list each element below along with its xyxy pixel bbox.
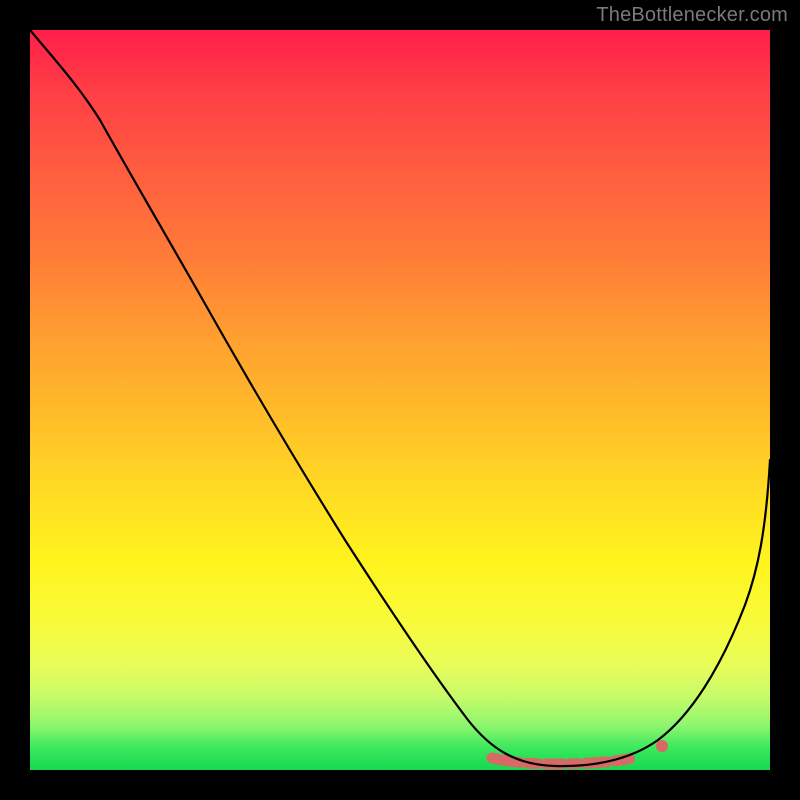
chart-frame: TheBottlenecker.com: [0, 0, 800, 800]
curve-svg: [30, 30, 770, 770]
bottleneck-curve: [30, 30, 770, 766]
valley-marker: [492, 750, 658, 764]
plot-area: [30, 30, 770, 770]
valley-marker-dot: [656, 740, 668, 752]
watermark-text: TheBottlenecker.com: [596, 4, 788, 27]
